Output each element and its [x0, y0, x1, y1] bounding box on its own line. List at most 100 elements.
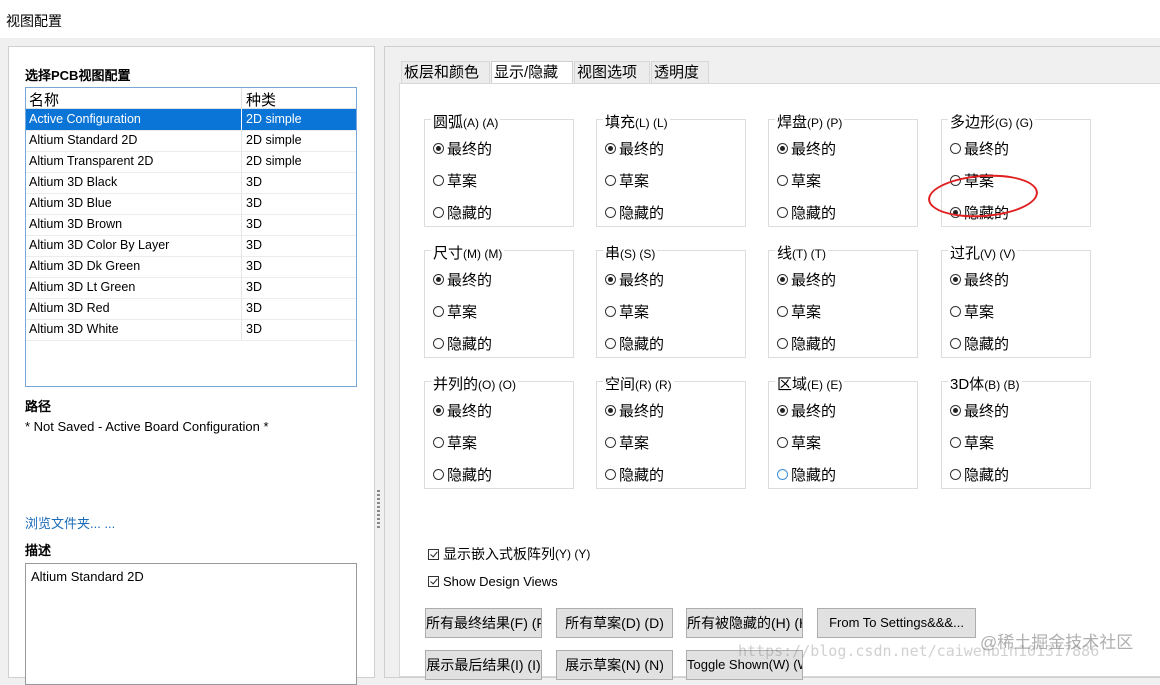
list-item[interactable]: Altium Transparent 2D 2D simple	[26, 151, 356, 173]
radio-option[interactable]: 最终的	[777, 269, 836, 290]
radio-option[interactable]: 最终的	[950, 400, 1009, 421]
radio-icon[interactable]	[950, 306, 961, 317]
radio-icon[interactable]	[950, 469, 961, 480]
list-item[interactable]: Altium 3D Brown 3D	[26, 214, 356, 236]
radio-icon[interactable]	[433, 338, 444, 349]
radio-icon[interactable]	[605, 207, 616, 218]
radio-option[interactable]: 最终的	[777, 400, 836, 421]
tab-show-hide[interactable]: 显示/隐藏	[491, 61, 573, 83]
radio-icon[interactable]	[605, 306, 616, 317]
list-item[interactable]: Active Configuration 2D simple	[26, 109, 356, 131]
radio-option[interactable]: 草案	[777, 301, 821, 322]
radio-option[interactable]: 隐藏的	[605, 464, 664, 485]
radio-icon[interactable]	[777, 306, 788, 317]
radio-icon[interactable]	[433, 175, 444, 186]
radio-option[interactable]: 草案	[777, 170, 821, 191]
radio-option[interactable]: 草案	[433, 301, 477, 322]
tab-view-options[interactable]: 视图选项	[574, 61, 650, 83]
checkbox-icon[interactable]	[428, 548, 439, 560]
radio-option[interactable]: 最终的	[433, 138, 492, 159]
radio-icon[interactable]	[433, 405, 444, 416]
radio-icon[interactable]	[433, 274, 444, 285]
show-design-views-checkbox[interactable]: Show Design Views	[428, 574, 558, 589]
radio-option[interactable]: 隐藏的	[433, 333, 492, 354]
all-hidden-button[interactable]: 所有被隐藏的(H) (H)	[686, 608, 803, 638]
radio-option[interactable]: 草案	[605, 432, 649, 453]
radio-icon[interactable]	[605, 175, 616, 186]
radio-icon[interactable]	[777, 207, 788, 218]
radio-icon[interactable]	[605, 405, 616, 416]
radio-icon[interactable]	[777, 469, 788, 480]
radio-icon[interactable]	[605, 274, 616, 285]
all-draft-button[interactable]: 所有草案(D) (D)	[556, 608, 673, 638]
show-embedded-arrays-checkbox[interactable]: 显示嵌入式板阵列 (Y) (Y)	[428, 544, 590, 564]
configuration-list-panel: 选择PCB视图配置 名称 种类 Active Configuration 2D s…	[8, 46, 375, 685]
radio-option[interactable]: 隐藏的	[605, 333, 664, 354]
checkbox-icon[interactable]	[428, 576, 439, 587]
radio-icon[interactable]	[605, 338, 616, 349]
radio-option[interactable]: 隐藏的	[433, 464, 492, 485]
radio-option[interactable]: 最终的	[433, 400, 492, 421]
radio-icon[interactable]	[433, 437, 444, 448]
radio-icon[interactable]	[777, 175, 788, 186]
radio-icon[interactable]	[433, 306, 444, 317]
radio-option[interactable]: 草案	[433, 432, 477, 453]
radio-icon[interactable]	[605, 437, 616, 448]
list-item[interactable]: Altium 3D White 3D	[26, 319, 356, 341]
panel-splitter[interactable]	[375, 46, 383, 670]
radio-option[interactable]: 隐藏的	[777, 202, 836, 223]
column-header-name[interactable]: 名称	[29, 89, 59, 110]
tab-layers-colors[interactable]: 板层和颜色	[401, 61, 490, 83]
radio-icon[interactable]	[950, 338, 961, 349]
radio-icon[interactable]	[605, 143, 616, 154]
all-final-button[interactable]: 所有最终结果(F) (F)	[425, 608, 542, 638]
radio-option[interactable]: 草案	[433, 170, 477, 191]
radio-option[interactable]: 最终的	[605, 138, 664, 159]
radio-option[interactable]: 最终的	[605, 400, 664, 421]
radio-option[interactable]: 草案	[605, 301, 649, 322]
radio-icon[interactable]	[433, 207, 444, 218]
list-item[interactable]: Altium 3D Dk Green 3D	[26, 256, 356, 278]
radio-option[interactable]: 最终的	[950, 138, 1009, 159]
radio-option[interactable]: 隐藏的	[433, 202, 492, 223]
radio-icon[interactable]	[777, 143, 788, 154]
column-header-kind[interactable]: 种类	[246, 89, 276, 110]
radio-option[interactable]: 草案	[950, 301, 994, 322]
radio-icon[interactable]	[777, 274, 788, 285]
radio-icon[interactable]	[605, 469, 616, 480]
show-draft-button[interactable]: 展示草案(N) (N)	[556, 650, 673, 680]
radio-option[interactable]: 草案	[777, 432, 821, 453]
radio-option[interactable]: 最终的	[433, 269, 492, 290]
from-to-settings-button[interactable]: From To Settings&&&...	[817, 608, 976, 638]
radio-icon[interactable]	[433, 143, 444, 154]
radio-icon[interactable]	[777, 338, 788, 349]
radio-icon[interactable]	[777, 405, 788, 416]
radio-icon[interactable]	[950, 143, 961, 154]
radio-option[interactable]: 最终的	[605, 269, 664, 290]
tab-transparency[interactable]: 透明度	[651, 61, 709, 83]
list-item[interactable]: Altium 3D Black 3D	[26, 172, 356, 194]
radio-option[interactable]: 隐藏的	[777, 464, 836, 485]
radio-option[interactable]: 隐藏的	[950, 333, 1009, 354]
radio-option[interactable]: 隐藏的	[950, 464, 1009, 485]
radio-option[interactable]: 隐藏的	[605, 202, 664, 223]
radio-icon[interactable]	[950, 274, 961, 285]
radio-option[interactable]: 隐藏的	[777, 333, 836, 354]
description-box[interactable]: Altium Standard 2D	[25, 563, 357, 685]
list-item[interactable]: Altium Standard 2D 2D simple	[26, 130, 356, 152]
list-item[interactable]: Altium 3D Blue 3D	[26, 193, 356, 215]
radio-option[interactable]: 最终的	[950, 269, 1009, 290]
list-item[interactable]: Altium 3D Lt Green 3D	[26, 277, 356, 299]
radio-icon[interactable]	[777, 437, 788, 448]
radio-option[interactable]: 草案	[950, 432, 994, 453]
radio-icon[interactable]	[433, 469, 444, 480]
config-listbox[interactable]: 名称 种类 Active Configuration 2D simple Altiu…	[25, 87, 357, 387]
radio-icon[interactable]	[950, 405, 961, 416]
list-item[interactable]: Altium 3D Color By Layer 3D	[26, 235, 356, 257]
show-final-button[interactable]: 展示最后结果(I) (I)	[425, 650, 542, 680]
radio-icon[interactable]	[950, 437, 961, 448]
radio-option[interactable]: 最终的	[777, 138, 836, 159]
radio-option[interactable]: 草案	[605, 170, 649, 191]
list-item[interactable]: Altium 3D Red 3D	[26, 298, 356, 320]
browse-folder-link[interactable]: 浏览文件夹... ...	[25, 513, 115, 532]
